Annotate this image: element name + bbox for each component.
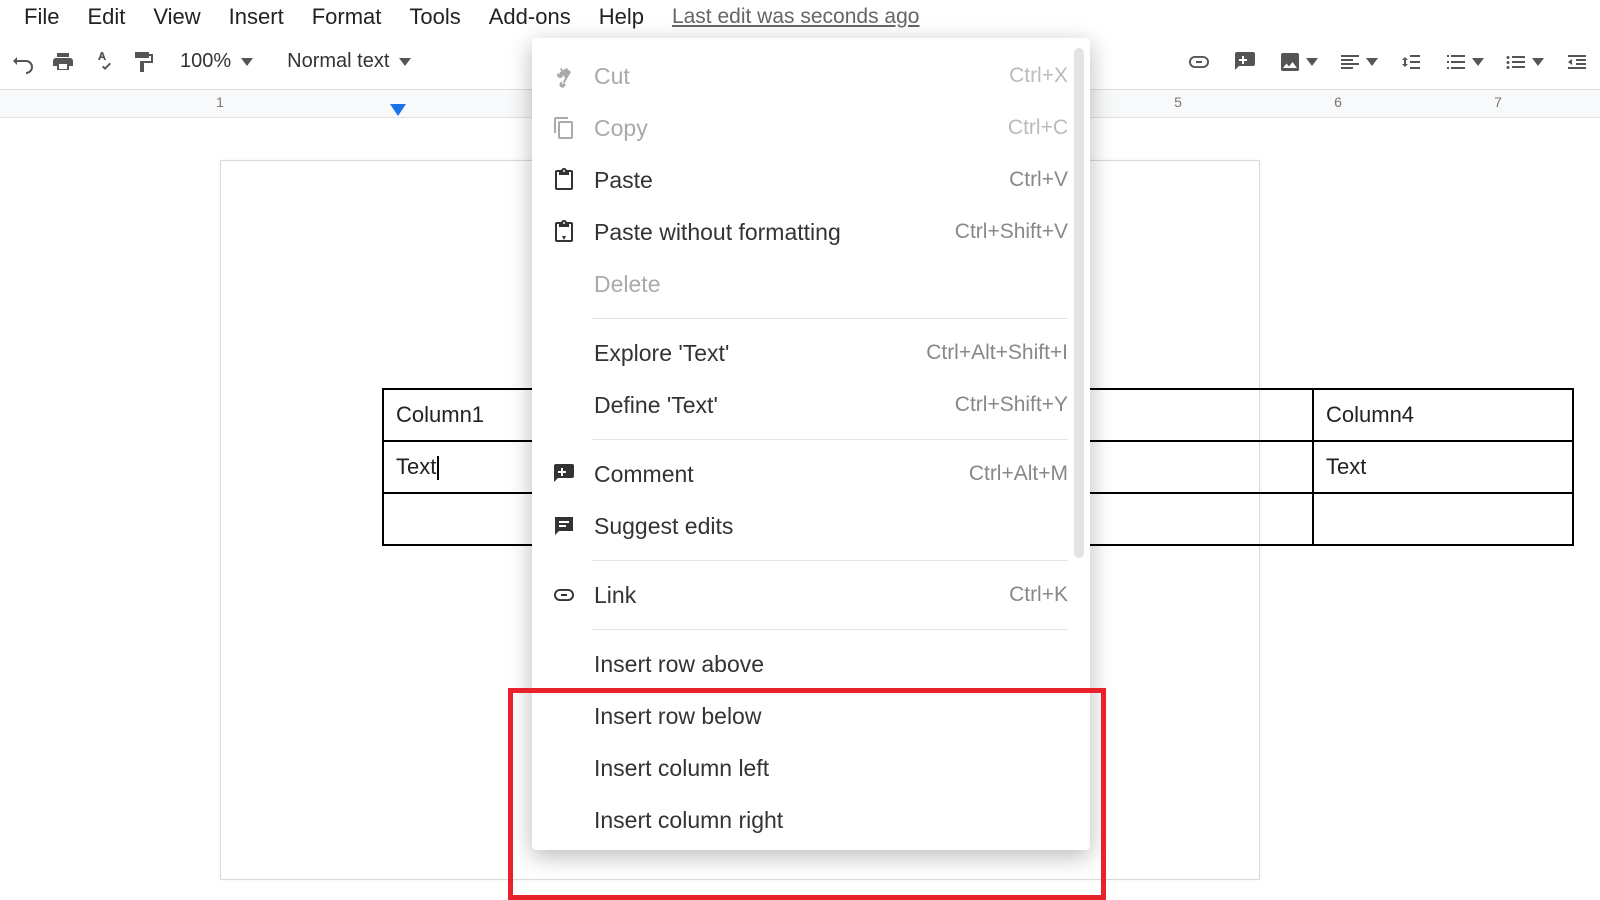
ctx-label: Explore 'Text' [594, 340, 926, 367]
menu-edit[interactable]: Edit [87, 4, 125, 30]
print-icon[interactable] [50, 49, 76, 75]
ruler-mark: 5 [1174, 94, 1182, 110]
ctx-paste-without-formatting[interactable]: Paste without formatting Ctrl+Shift+V [532, 206, 1090, 258]
ctx-label: Cut [594, 63, 1009, 90]
ctx-comment[interactable]: Comment Ctrl+Alt+M [532, 448, 1090, 500]
ctx-shortcut: Ctrl+K [1009, 583, 1068, 607]
ctx-label: Insert row above [594, 651, 1068, 678]
ctx-cut[interactable]: Cut Ctrl+X [532, 50, 1090, 102]
caret-icon [1532, 58, 1544, 66]
zoom-dropdown[interactable]: 100% [170, 46, 263, 77]
ctx-copy[interactable]: Copy Ctrl+C [532, 102, 1090, 154]
caret-icon [241, 58, 253, 66]
caret-icon [399, 58, 411, 66]
caret-icon [1306, 58, 1318, 66]
paint-format-icon[interactable] [130, 49, 156, 75]
ctx-label: Link [594, 582, 1009, 609]
blank-icon [550, 391, 578, 419]
menu-help[interactable]: Help [599, 4, 644, 30]
ctx-label: Delete [594, 271, 1068, 298]
ctx-separator [592, 439, 1068, 440]
menu-view[interactable]: View [153, 4, 200, 30]
menu-format[interactable]: Format [312, 4, 382, 30]
ctx-insert-row-above[interactable]: Insert row above [532, 638, 1090, 690]
table-cell[interactable]: Text [1313, 441, 1573, 493]
paragraph-style-dropdown[interactable]: Normal text [277, 46, 421, 77]
blank-icon [550, 702, 578, 730]
toolbar-right [1186, 49, 1590, 75]
ctx-label: Suggest edits [594, 513, 1068, 540]
blank-icon [550, 754, 578, 782]
ctx-label: Insert column right [594, 807, 1068, 834]
ctx-shortcut: Ctrl+C [1008, 116, 1068, 140]
ctx-shortcut: Ctrl+Shift+V [955, 220, 1068, 244]
ruler-mark: 7 [1494, 94, 1502, 110]
menu-insert[interactable]: Insert [229, 4, 284, 30]
context-menu: Cut Ctrl+X Copy Ctrl+C Paste Ctrl+V Past… [532, 38, 1090, 850]
cut-icon [550, 62, 578, 90]
ctx-label: Copy [594, 115, 1008, 142]
ctx-explore[interactable]: Explore 'Text' Ctrl+Alt+Shift+I [532, 327, 1090, 379]
insert-image-dropdown[interactable] [1278, 50, 1318, 74]
comment-icon [550, 460, 578, 488]
link-icon [550, 581, 578, 609]
indent-decrease-icon[interactable] [1564, 49, 1590, 75]
ctx-define[interactable]: Define 'Text' Ctrl+Shift+Y [532, 379, 1090, 431]
ctx-paste[interactable]: Paste Ctrl+V [532, 154, 1090, 206]
caret-icon [1366, 58, 1378, 66]
blank-icon [550, 650, 578, 678]
ctx-separator [592, 629, 1068, 630]
ctx-insert-column-left[interactable]: Insert column left [532, 742, 1090, 794]
ctx-shortcut: Ctrl+X [1009, 64, 1068, 88]
ruler-mark: 6 [1334, 94, 1342, 110]
ctx-separator [592, 560, 1068, 561]
menu-tools[interactable]: Tools [409, 4, 460, 30]
add-comment-icon[interactable] [1232, 49, 1258, 75]
blank-icon [550, 806, 578, 834]
link-icon[interactable] [1186, 49, 1212, 75]
ctx-insert-column-right[interactable]: Insert column right [532, 794, 1090, 846]
ctx-label: Paste without formatting [594, 219, 955, 246]
ctx-insert-row-below[interactable]: Insert row below [532, 690, 1090, 742]
numbered-list-dropdown[interactable] [1444, 50, 1484, 74]
paste-icon [550, 166, 578, 194]
redo-icon[interactable] [10, 49, 36, 75]
ctx-shortcut: Ctrl+Alt+M [969, 462, 1068, 486]
ctx-label: Define 'Text' [594, 392, 955, 419]
ctx-link[interactable]: Link Ctrl+K [532, 569, 1090, 621]
caret-icon [1472, 58, 1484, 66]
table-header-cell[interactable]: Column4 [1313, 389, 1573, 441]
ctx-label: Insert row below [594, 703, 1068, 730]
copy-icon [550, 114, 578, 142]
zoom-value: 100% [180, 50, 231, 73]
ctx-label: Paste [594, 167, 1009, 194]
last-edit-link[interactable]: Last edit was seconds ago [672, 5, 920, 29]
blank-icon [550, 339, 578, 367]
suggest-icon [550, 512, 578, 540]
ruler-mark: 1 [216, 94, 224, 110]
paragraph-style-value: Normal text [287, 50, 389, 73]
menubar: File Edit View Insert Format Tools Add-o… [0, 0, 1600, 40]
bulleted-list-dropdown[interactable] [1504, 50, 1544, 74]
align-dropdown[interactable] [1338, 50, 1378, 74]
table-cell[interactable] [1313, 493, 1573, 545]
blank-icon [550, 270, 578, 298]
ctx-suggest-edits[interactable]: Suggest edits [532, 500, 1090, 552]
ctx-shortcut: Ctrl+Alt+Shift+I [926, 341, 1068, 365]
ctx-label: Comment [594, 461, 969, 488]
ctx-label: Insert column left [594, 755, 1068, 782]
spellcheck-icon[interactable] [90, 49, 116, 75]
menu-addons[interactable]: Add-ons [489, 4, 571, 30]
ctx-shortcut: Ctrl+V [1009, 168, 1068, 192]
context-menu-scrollbar[interactable] [1074, 48, 1084, 558]
ctx-delete[interactable]: Delete [532, 258, 1090, 310]
menu-file[interactable]: File [24, 4, 59, 30]
paste-plain-icon [550, 218, 578, 246]
line-spacing-icon[interactable] [1398, 49, 1424, 75]
ctx-separator [592, 318, 1068, 319]
ctx-shortcut: Ctrl+Shift+Y [955, 393, 1068, 417]
indent-marker-icon[interactable] [390, 104, 406, 116]
